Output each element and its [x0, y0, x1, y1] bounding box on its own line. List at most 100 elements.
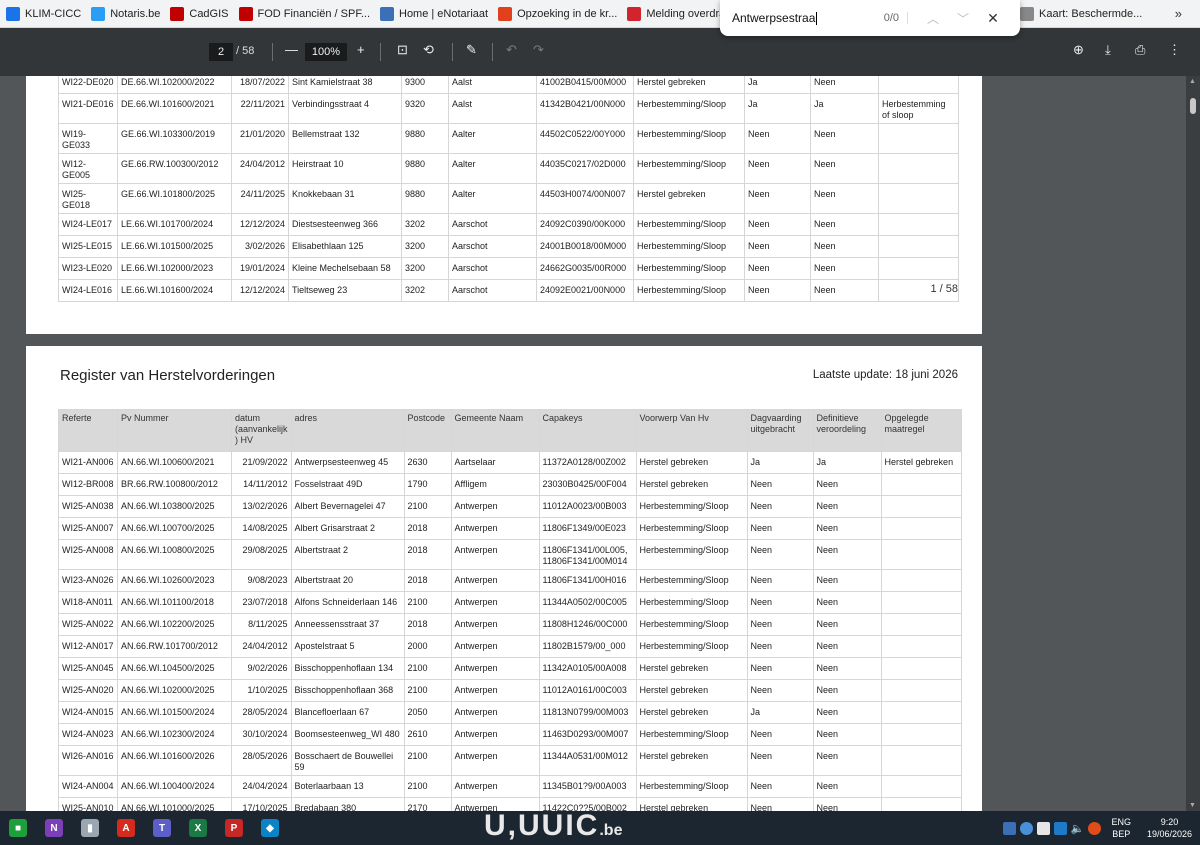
bookmark-item[interactable]: KLIM-CICC	[0, 0, 85, 28]
table-cell: 11806F1349/00E023	[538, 517, 637, 540]
table-row: WI23-AN026 AN.66.WI.102600/2023 9/08/2023 A…	[58, 569, 962, 592]
zoom-in-button[interactable]: +	[357, 42, 365, 57]
table-cell: 24662G0035/00R000	[536, 257, 634, 280]
table-cell: 2100	[403, 495, 452, 518]
volume-icon[interactable]: 🔈	[1071, 822, 1085, 835]
table-cell: Antwerpen	[450, 679, 540, 702]
security-tray-icon[interactable]	[1019, 821, 1033, 835]
table-cell: Kleine Mechelsebaan 58	[288, 257, 402, 280]
bookmark-item[interactable]: CadGIS	[164, 0, 232, 28]
mail-tray-icon[interactable]	[1036, 821, 1050, 835]
bookmark-label: Notaris.be	[110, 7, 161, 20]
undo-button[interactable]: ↶	[506, 42, 517, 58]
print-button[interactable]: ⎙	[1135, 42, 1145, 58]
taskbar-app[interactable]: ◆	[252, 811, 288, 845]
table-cell: Antwerpen	[450, 745, 540, 776]
table-cell: Aarschot	[448, 235, 537, 258]
page-number-input[interactable]: 2	[209, 43, 233, 61]
table-cell: Verbindingsstraat 4	[288, 93, 402, 124]
table-cell: 11344A0502/00C005	[538, 591, 637, 614]
download-button[interactable]: ⤓	[1105, 42, 1111, 58]
table-cell: 3/02/2026	[231, 235, 289, 258]
draw-button[interactable]: ✎	[466, 42, 477, 58]
taskbar-app[interactable]: P	[216, 811, 252, 845]
taskbar-app[interactable]: ▮	[72, 811, 108, 845]
find-next-button[interactable]: ﹀	[948, 10, 978, 27]
table-cell: Ja	[744, 93, 811, 124]
table-cell: Antwerpen	[450, 517, 540, 540]
table-cell: 23030B0425/00F004	[538, 473, 637, 496]
table-row: WI24-AN004 AN.66.WI.100400/2024 24/04/2024…	[58, 775, 962, 798]
page-number-footer: 1 / 58	[930, 283, 958, 295]
bookmark-item[interactable]: Kaart: Beschermde...	[1014, 0, 1146, 28]
language-indicator[interactable]: ENG BEP	[1111, 816, 1131, 840]
table-cell: Herbestemming/Sloop	[635, 569, 748, 592]
table-cell	[880, 591, 962, 614]
table-cell: 9/08/2023	[231, 569, 292, 592]
table-cell: 11463D0293/00M007	[538, 723, 637, 746]
table-cell: Neen	[810, 279, 879, 302]
clock[interactable]: 9:20 19/06/2026	[1147, 816, 1192, 840]
draw-icon: ✎	[466, 42, 477, 57]
table-cell: Neen	[812, 495, 882, 518]
taskbar-app[interactable]: ■	[0, 811, 36, 845]
table-cell: Neen	[744, 235, 811, 258]
taskbar-app[interactable]: X	[180, 811, 216, 845]
table-cell: 41002B0415/00M000	[536, 76, 634, 94]
table-cell: 1790	[403, 473, 452, 496]
table-cell: Bisschoppenhoflaan 368	[290, 679, 405, 702]
find-previous-button[interactable]: ︿	[918, 10, 948, 27]
bookmark-item[interactable]: Notaris.be	[85, 0, 164, 28]
rotate-button[interactable]: ⟲	[423, 42, 434, 58]
table-cell: 2050	[403, 701, 452, 724]
taskbar-app[interactable]: A	[108, 811, 144, 845]
table-cell: WI24-AN023	[58, 723, 118, 746]
zoom-out-button[interactable]: —	[285, 42, 298, 57]
register-table-page-1: WI22-DE020 DE.66.WI.102000/2022 18/07/2022…	[58, 76, 959, 302]
outlook-tray-icon[interactable]	[1053, 821, 1067, 835]
add-to-drive-button[interactable]: ⊕	[1073, 42, 1084, 58]
bookmark-item[interactable]: Home | eNotariaat	[374, 0, 492, 28]
table-cell: DE.66.WI.101600/2021	[117, 93, 232, 124]
table-cell: Neen	[746, 613, 814, 636]
table-cell: 9/02/2026	[231, 657, 292, 680]
table-cell: AN.66.WI.102200/2025	[117, 613, 232, 636]
enotariaat-icon	[380, 6, 394, 21]
table-cell: AN.66.WI.102000/2025	[117, 679, 232, 702]
table-cell: Bisschoppenhoflaan 134	[290, 657, 405, 680]
table-cell: 3200	[401, 235, 449, 258]
table-cell: Alfons Schneiderlaan 146	[290, 591, 405, 614]
table-cell: Bosschaert de Bouwellei 59	[290, 745, 405, 776]
redo-button[interactable]: ↷	[533, 42, 544, 58]
find-input[interactable]: Antwerpsestraa	[720, 11, 870, 26]
table-cell	[878, 76, 959, 94]
table-cell: Herbestemming/Sloop	[633, 257, 745, 280]
bookmark-label: KLIM-CICC	[25, 7, 82, 20]
toolbar-divider	[272, 43, 273, 61]
fit-page-button[interactable]: ⊡	[397, 42, 408, 58]
more-menu-button[interactable]: ⋮	[1168, 42, 1181, 58]
onedrive-tray-icon[interactable]	[1002, 821, 1016, 835]
table-cell: 11372A0128/00Z002	[538, 451, 637, 474]
fit-page-icon: ⊡	[397, 42, 408, 57]
find-close-button[interactable]: ✕	[978, 10, 1008, 27]
table-row: WI25-AN038 AN.66.WI.103800/2025 13/02/2026…	[58, 495, 962, 518]
taskbar-app[interactable]: N	[36, 811, 72, 845]
table-row: WI24-AN015 AN.66.WI.101500/2024 28/05/2024…	[58, 701, 962, 724]
column-header: adres	[290, 409, 405, 452]
bookmark-item[interactable]: Opzoeking in de kr...	[492, 0, 621, 28]
zoom-level[interactable]: 100%	[305, 43, 347, 61]
table-cell: WI21-AN006	[58, 451, 118, 474]
excel-icon: X	[189, 819, 207, 837]
table-cell: WI25-AN020	[58, 679, 118, 702]
vertical-scrollbar[interactable]: ▲ ▼	[1186, 76, 1200, 811]
table-cell: Neen	[810, 76, 879, 94]
bookmark-item[interactable]: FOD Financiën / SPF...	[233, 0, 374, 28]
table-cell: Herbestemming/Sloop	[635, 539, 748, 570]
notification-tray-icon[interactable]	[1088, 821, 1102, 835]
scrollbar-thumb[interactable]	[1190, 98, 1196, 114]
taskbar-app[interactable]: T	[144, 811, 180, 845]
bookmarks-overflow-button[interactable]: »	[1175, 6, 1182, 21]
table-cell: Herstel gebreken	[635, 473, 748, 496]
table-cell: 24/11/2025	[231, 183, 289, 214]
